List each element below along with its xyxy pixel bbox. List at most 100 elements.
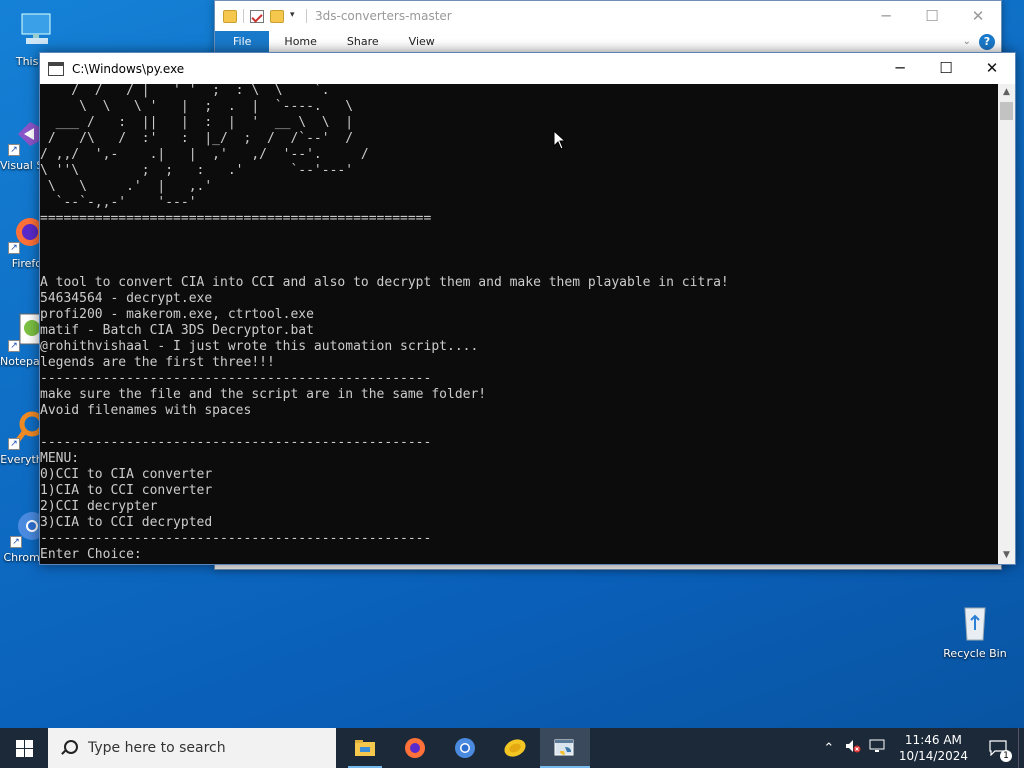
new-folder-icon[interactable] — [270, 9, 284, 23]
console-title: C:\Windows\py.exe — [72, 61, 185, 76]
console-line: \ ''\ ; ; : .' `--'---' — [40, 163, 354, 178]
clock-time: 11:46 AM — [904, 733, 962, 747]
expand-ribbon-icon[interactable]: ⌄ — [963, 36, 971, 47]
console-line: \ \ .' | ,.' — [40, 179, 213, 194]
desktop-icon-label: Recycle Bin — [943, 647, 1007, 660]
console-line: ----------------------------------------… — [40, 531, 432, 546]
console-line: 54634564 - decrypt.exe — [40, 291, 213, 306]
shortcut-arrow-icon: ↗ — [8, 242, 20, 254]
scroll-down-arrow-icon[interactable]: ▼ — [998, 547, 1015, 564]
taskbar-search-box[interactable]: Type here to search — [48, 728, 336, 768]
maximize-button[interactable]: ☐ — [909, 1, 955, 31]
console-window-controls: ─ ☐ ✕ — [877, 53, 1015, 84]
console-line: 1)CIA to CCI converter — [40, 483, 213, 498]
taskbar-apps — [340, 728, 590, 768]
console-line: legends are the first three!!! — [40, 355, 275, 370]
search-icon — [60, 740, 78, 756]
divider — [306, 9, 307, 23]
close-button[interactable]: ✕ — [955, 1, 1001, 31]
console-line: profi200 - makerom.exe, ctrtool.exe — [40, 307, 314, 322]
console-line: ----------------------------------------… — [40, 371, 432, 386]
tab-home[interactable]: Home — [269, 31, 331, 53]
taskbar-chromium[interactable] — [440, 728, 490, 768]
chromium-icon — [455, 738, 475, 758]
console-title-bar[interactable]: C:\Windows\py.exe ─ ☐ ✕ — [40, 53, 1015, 84]
shortcut-arrow-icon: ↗ — [8, 438, 20, 450]
console-line: ========================================… — [40, 211, 432, 226]
folder-icon — [223, 9, 237, 23]
file-explorer-icon — [355, 740, 375, 756]
clock-date: 10/14/2024 — [898, 749, 968, 763]
console-line: / / / | ' ' ; : \ \ `. — [40, 84, 330, 98]
help-icon[interactable]: ? — [979, 33, 995, 50]
explorer-title: 3ds-converters-master — [315, 9, 452, 23]
shortcut-arrow-icon: ↗ — [8, 144, 20, 156]
chevron-up-icon[interactable]: ⌃ — [817, 741, 841, 756]
console-line: / /\ / :' : |_/ ; / /`--' / — [40, 131, 354, 146]
python-console-icon — [554, 739, 574, 756]
computer-icon — [14, 8, 58, 52]
console-line: ----------------------------------------… — [40, 435, 432, 450]
tab-file[interactable]: File — [215, 30, 270, 53]
mouse-cursor-icon — [553, 129, 567, 154]
console-scrollbar[interactable]: ▲ ▼ — [998, 84, 1015, 564]
scrollbar-thumb[interactable] — [1000, 102, 1013, 120]
console-line: @rohithvishaal - I just wrote this autom… — [40, 339, 479, 354]
taskbar: Type here to search ⌃ 11:46 AM 10/14/202… — [0, 728, 1024, 768]
console-line: 2)CCI decrypter — [40, 499, 158, 514]
properties-icon[interactable] — [250, 9, 264, 23]
console-line: `--`-,,-' '---' — [40, 195, 197, 210]
console-line: 3)CIA to CCI decrypted — [40, 515, 213, 530]
start-button[interactable] — [0, 728, 48, 768]
explorer-title-bar[interactable]: ▾ 3ds-converters-master ─ ☐ ✕ — [215, 1, 1001, 31]
customize-toolbar-icon[interactable]: ▾ — [290, 10, 300, 23]
taskbar-firefox[interactable] — [390, 728, 440, 768]
notification-count: 1 — [1000, 750, 1012, 762]
console-line: 0)CCI to CIA converter — [40, 467, 213, 482]
maximize-button[interactable]: ☐ — [923, 53, 969, 84]
network-icon[interactable] — [865, 739, 889, 757]
explorer-window-controls: ─ ☐ ✕ — [863, 1, 1001, 31]
console-app-icon — [48, 61, 64, 76]
close-button[interactable]: ✕ — [969, 53, 1015, 84]
console-line: A tool to convert CIA into CCI and also … — [40, 275, 729, 290]
search-placeholder: Type here to search — [88, 740, 226, 756]
console-line: \ \ \ ' | ; . | `----. \ — [40, 99, 354, 114]
console-line: Enter Choice: — [40, 547, 142, 562]
tab-view[interactable]: View — [394, 31, 450, 53]
taskbar-clock[interactable]: 11:46 AM 10/14/2024 — [889, 732, 978, 764]
console-text: / / / | ' ' ; : \ \ `. \ \ \ ' | ; . | `… — [40, 84, 998, 563]
console-line: ___ / : || | : | ' __ \ \ | — [40, 115, 354, 130]
taskbar-file-explorer[interactable] — [340, 728, 390, 768]
system-tray: ⌃ 11:46 AM 10/14/2024 1 — [817, 728, 1024, 768]
quick-access-toolbar: ▾ — [223, 9, 307, 23]
shortcut-arrow-icon: ↗ — [10, 536, 22, 548]
show-desktop-button[interactable] — [1018, 728, 1024, 768]
console-line: MENU: — [40, 451, 80, 466]
minimize-button[interactable]: ─ — [877, 53, 923, 84]
volume-muted-icon[interactable] — [841, 739, 865, 757]
taskbar-python-console[interactable] — [540, 728, 590, 768]
windows-logo-icon — [15, 739, 33, 757]
console-line: Avoid filenames with spaces — [40, 403, 252, 418]
scroll-up-arrow-icon[interactable]: ▲ — [998, 84, 1015, 101]
console-line: matif - Batch CIA 3DS Decryptor.bat — [40, 323, 314, 338]
action-center-button[interactable]: 1 — [978, 728, 1018, 768]
console-line: make sure the file and the script are in… — [40, 387, 487, 402]
minimize-button[interactable]: ─ — [863, 1, 909, 31]
console-window[interactable]: C:\Windows\py.exe ─ ☐ ✕ / / / | ' ' ; : … — [39, 52, 1016, 565]
desktop-icon-recycle-bin[interactable]: Recycle Bin — [942, 600, 1008, 660]
taskbar-coin-app[interactable] — [490, 728, 540, 768]
console-output[interactable]: / / / | ' ' ; : \ \ `. \ \ \ ' | ; . | `… — [40, 84, 998, 564]
recycle-bin-icon — [953, 600, 997, 644]
shortcut-arrow-icon: ↗ — [8, 340, 20, 352]
divider — [243, 9, 244, 23]
tab-share[interactable]: Share — [332, 31, 394, 53]
ribbon-tabs: File Home Share View ⌄ ? — [215, 30, 1001, 53]
console-line: / ,,/ ',- .| | ,' ,/ '--'. / — [40, 147, 369, 162]
firefox-icon — [405, 738, 425, 758]
